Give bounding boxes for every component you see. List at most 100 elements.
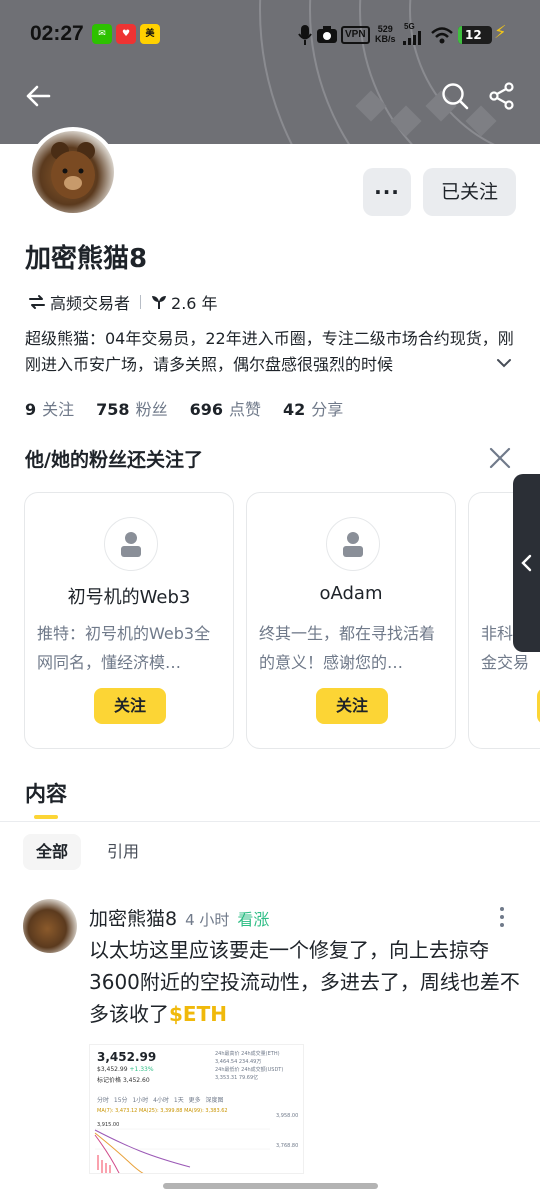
microphone-icon bbox=[298, 25, 312, 45]
chart-mark-price: 标记价格 3,452.60 bbox=[97, 1075, 150, 1084]
user-placeholder-icon bbox=[121, 532, 141, 557]
wifi-icon bbox=[431, 27, 453, 44]
profile-banner: 02:27 ✉ ♥ 美 VPN 529 KB/s 5G 12 ⚡ bbox=[0, 0, 540, 144]
post-menu-button[interactable] bbox=[493, 905, 511, 929]
profile-avatar[interactable] bbox=[28, 127, 118, 217]
side-panel-handle[interactable] bbox=[513, 474, 540, 652]
stat-likes: 696 点赞 bbox=[190, 396, 261, 420]
post-author-avatar[interactable] bbox=[23, 899, 77, 953]
charging-icon: ⚡ bbox=[494, 22, 507, 43]
vpn-icon: VPN bbox=[341, 26, 370, 44]
suggested-user-card[interactable]: oAdam 终其一生，都在寻找活着的意义！感谢您的… 关注 bbox=[246, 492, 456, 749]
tab-active-indicator bbox=[34, 815, 58, 819]
status-time: 02:27 bbox=[30, 22, 84, 45]
share-button[interactable] bbox=[484, 78, 520, 114]
network-type: 5G bbox=[404, 22, 415, 31]
status-bar: 02:27 ✉ ♥ 美 VPN 529 KB/s 5G 12 ⚡ bbox=[0, 0, 540, 70]
chart-lines bbox=[94, 1128, 270, 1173]
chart-price: 3,452.99 bbox=[97, 1050, 157, 1064]
stat-shares-value: 42 bbox=[283, 400, 306, 419]
follow-button[interactable]: 关注 bbox=[94, 688, 166, 724]
battery-level: 12 bbox=[465, 28, 482, 42]
post-time: 4 小时 bbox=[185, 911, 230, 929]
filter-quotes[interactable]: 引用 bbox=[94, 834, 152, 870]
app-notification-icon: ♥ bbox=[116, 24, 136, 44]
suggestions-title: 他/她的粉丝还关注了 bbox=[25, 449, 203, 471]
trader-tag: 高频交易者 bbox=[50, 294, 131, 313]
chart-high: 3,464.54 bbox=[215, 1059, 238, 1065]
sprout-icon bbox=[152, 296, 167, 309]
chart-change: +1.33% bbox=[129, 1066, 154, 1073]
suggested-user-name: oAdam bbox=[319, 583, 383, 604]
chart-ma-line: MA(7): 3,473.12 MA(25): 3,399.88 MA(99):… bbox=[97, 1108, 228, 1114]
profile-name: 加密熊猫8 bbox=[25, 244, 148, 274]
chart-high-label: 24h最高价 bbox=[215, 1051, 240, 1057]
stat-followers-label: 粉丝 bbox=[135, 400, 168, 419]
follow-button[interactable]: 关注 bbox=[316, 688, 388, 724]
coin-tag[interactable]: $ETH bbox=[169, 1002, 227, 1026]
home-indicator[interactable] bbox=[163, 1183, 378, 1189]
chevron-left-icon bbox=[520, 554, 531, 572]
chart-mark-label: 标记价格 bbox=[97, 1077, 122, 1084]
search-button[interactable] bbox=[437, 78, 473, 114]
account-age-tag: 2.6 年 bbox=[171, 294, 218, 313]
trade-swap-icon bbox=[29, 295, 45, 309]
camera-icon bbox=[317, 26, 337, 43]
stat-likes-label: 点赞 bbox=[228, 400, 261, 419]
suggested-user-avatar bbox=[326, 517, 380, 571]
post-text-body: 以太坊这里应该要走一个修复了，向上去掠夺3600附近的空投流动性，多进去了，周线… bbox=[89, 938, 520, 1026]
following-button[interactable]: 已关注 bbox=[423, 168, 516, 216]
suggested-user-card[interactable]: 初号机的Web3 推特：初号机的Web3全网同名，懂经济模… 关注 bbox=[24, 492, 234, 749]
more-vertical-icon bbox=[500, 907, 504, 927]
post-chart-image[interactable]: 3,452.99 $3,452.99 +1.33% 标记价格 3,452.60 … bbox=[89, 1044, 304, 1174]
more-options-button[interactable]: ··· bbox=[363, 168, 411, 216]
profile-stats: 9 关注 758 粉丝 696 点赞 42 分享 bbox=[25, 396, 343, 420]
chevron-down-icon bbox=[497, 359, 511, 368]
stat-following-value: 9 bbox=[25, 400, 37, 419]
chart-mark-value: 3,452.60 bbox=[122, 1077, 150, 1084]
stat-followers-value: 758 bbox=[96, 400, 130, 419]
tab-content[interactable]: 内容 bbox=[25, 778, 67, 808]
chart-usd-price: $3,452.99 bbox=[97, 1066, 128, 1073]
wechat-icon: ✉ bbox=[92, 24, 112, 44]
signal-icon bbox=[403, 31, 421, 45]
stat-likes-value: 696 bbox=[189, 400, 223, 419]
stat-shares: 42 分享 bbox=[283, 396, 343, 420]
battery-indicator: 12 bbox=[458, 26, 492, 44]
expand-bio-button[interactable] bbox=[494, 350, 516, 376]
tag-divider bbox=[140, 295, 142, 309]
post-author-name[interactable]: 加密熊猫8 bbox=[89, 904, 177, 931]
stat-followers[interactable]: 758 粉丝 bbox=[96, 396, 167, 420]
back-button[interactable] bbox=[20, 78, 56, 114]
user-placeholder-icon bbox=[343, 532, 363, 557]
post-text[interactable]: 以太坊这里应该要走一个修复了，向上去掠夺3600附近的空投流动性，多进去了，周线… bbox=[89, 934, 521, 1030]
close-icon bbox=[489, 447, 511, 469]
post-header: 加密熊猫8 4 小时 看涨 bbox=[89, 904, 269, 931]
chart-vol-usdt: 79.69亿 bbox=[238, 1075, 259, 1081]
profile-tags: 高频交易者 2.6 年 bbox=[28, 290, 218, 314]
close-suggestions-button[interactable] bbox=[486, 444, 514, 472]
suggested-user-desc: 终其一生，都在寻找活着的意义！感谢您的… bbox=[259, 624, 436, 672]
stat-shares-label: 分享 bbox=[311, 400, 344, 419]
suggested-user-desc: 推特：初号机的Web3全网同名，懂经济模… bbox=[37, 624, 211, 672]
chart-vol-eth-label: 24h成交量(ETH) bbox=[241, 1051, 280, 1057]
filter-all[interactable]: 全部 bbox=[23, 834, 82, 870]
net-speed: 529 KB/s bbox=[375, 24, 396, 44]
bear-avatar-icon bbox=[51, 142, 95, 199]
search-icon bbox=[442, 83, 469, 110]
chart-sub-price: $3,452.99 +1.33% bbox=[97, 1066, 154, 1073]
chart-vol-usdt-label: 24h成交额(USDT) bbox=[241, 1067, 284, 1073]
section-divider bbox=[0, 821, 540, 822]
meituan-icon: 美 bbox=[140, 24, 160, 44]
net-speed-unit: KB/s bbox=[375, 34, 396, 44]
chart-vol-eth: 234.49万 bbox=[238, 1059, 262, 1065]
stat-following[interactable]: 9 关注 bbox=[25, 396, 74, 420]
net-speed-value: 529 bbox=[377, 24, 393, 34]
profile-bio: 超级熊猫：04年交易员，22年进入币圈，专注二级市场合约现货，刚刚进入币安广场，… bbox=[25, 329, 514, 374]
suggested-user-name: 初号机的Web3 bbox=[67, 587, 191, 608]
arrow-left-icon bbox=[26, 85, 51, 107]
avatar-image bbox=[32, 131, 114, 213]
chart-low: 3,353.31 bbox=[215, 1075, 238, 1081]
chart-stats: 24h最高价 24h成交量(ETH) 3,464.54 234.49万 24h最… bbox=[215, 1050, 283, 1082]
chart-intervals: 分时 15分 1小时 4小时 1天 更多 深度图 bbox=[97, 1097, 224, 1104]
